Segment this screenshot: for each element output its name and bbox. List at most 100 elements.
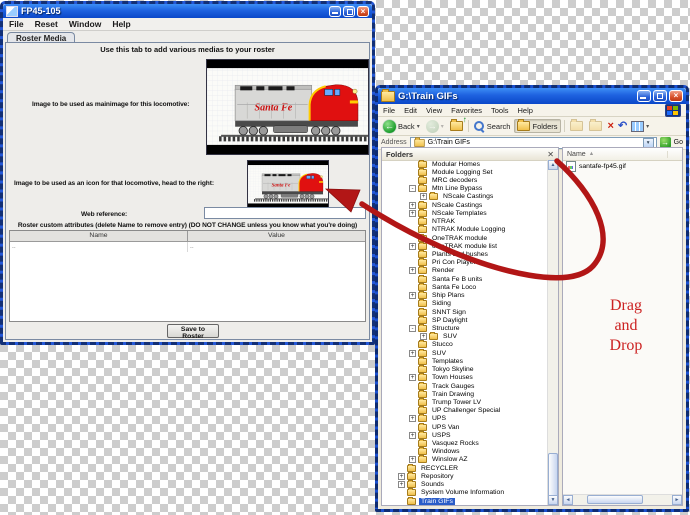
menu-item-edit[interactable]: Edit bbox=[404, 106, 417, 115]
tree-item[interactable]: +SUV bbox=[382, 349, 548, 357]
tree-item[interactable]: Santa Fe B units bbox=[382, 275, 548, 283]
scroll-right-icon[interactable]: ► bbox=[672, 495, 682, 505]
tree-item[interactable]: +Ship Plans bbox=[382, 292, 548, 300]
expand-toggle-icon[interactable]: + bbox=[409, 267, 416, 274]
undo-button[interactable]: ↶ bbox=[618, 121, 627, 132]
tree-item[interactable]: +NScale Templates bbox=[382, 209, 548, 217]
tree-item[interactable]: +Render bbox=[382, 267, 548, 275]
menu-item-favorites[interactable]: Favorites bbox=[451, 106, 482, 115]
scroll-down-icon[interactable]: ▼ bbox=[548, 495, 558, 505]
file-horizontal-scrollbar[interactable]: ◄ ► bbox=[563, 494, 682, 505]
tree-item[interactable]: Templates bbox=[382, 357, 548, 365]
expand-toggle-icon[interactable]: + bbox=[409, 415, 416, 422]
folders-button[interactable]: Folders bbox=[514, 119, 560, 133]
menu-item-reset[interactable]: Reset bbox=[35, 19, 58, 29]
tree-item[interactable]: +Repository bbox=[382, 472, 548, 480]
scrollbar-thumb[interactable] bbox=[587, 495, 643, 504]
tree-item[interactable]: Stucco bbox=[382, 341, 548, 349]
tree-item[interactable]: +UPS bbox=[382, 415, 548, 423]
tree-item[interactable]: Module Logging Set bbox=[382, 168, 548, 176]
tree-item[interactable]: +Town Houses bbox=[382, 374, 548, 382]
expand-toggle-icon[interactable]: + bbox=[409, 374, 416, 381]
maximize-button[interactable] bbox=[343, 6, 355, 17]
tree-item[interactable]: NTRAK Module Logging bbox=[382, 226, 548, 234]
tree-item[interactable]: -Structure bbox=[382, 324, 548, 332]
web-reference-input[interactable] bbox=[204, 207, 366, 219]
file-item[interactable]: santafe-fp45.gif bbox=[563, 160, 682, 173]
expand-toggle-icon[interactable]: + bbox=[409, 202, 416, 209]
main-image-preview[interactable] bbox=[206, 59, 369, 155]
expand-toggle-icon[interactable]: + bbox=[409, 210, 416, 217]
scrollbar-thumb[interactable] bbox=[548, 453, 558, 499]
minimize-button[interactable] bbox=[329, 6, 341, 17]
tree-item[interactable]: SNNT Sign bbox=[382, 308, 548, 316]
tree-item[interactable]: Pri Con Player bbox=[382, 259, 548, 267]
menu-item-help[interactable]: Help bbox=[112, 19, 130, 29]
tree-item[interactable]: MRC decoders bbox=[382, 176, 548, 184]
tree-item[interactable]: Tokyo Skyline bbox=[382, 365, 548, 373]
tree-vertical-scrollbar[interactable]: ▲ ▼ bbox=[547, 160, 558, 505]
tree-item[interactable]: Siding bbox=[382, 300, 548, 308]
tree-item[interactable]: Train Drawing bbox=[382, 390, 548, 398]
go-label[interactable]: Go bbox=[674, 139, 683, 146]
tree-item[interactable]: UP Challenger Special bbox=[382, 407, 548, 415]
menu-item-window[interactable]: Window bbox=[69, 19, 102, 29]
icon-image-preview[interactable] bbox=[247, 160, 329, 209]
tree-item[interactable]: +NScale Castings bbox=[382, 193, 548, 201]
jmri-titlebar[interactable]: FP45-105 × bbox=[3, 4, 372, 18]
tree-item[interactable]: Plants and bushes bbox=[382, 250, 548, 258]
explorer-titlebar[interactable]: G:\Train GIFs × bbox=[378, 88, 686, 104]
expand-toggle-icon[interactable]: + bbox=[398, 481, 405, 488]
tree-item[interactable]: System Volume Information bbox=[382, 489, 548, 497]
tree-item[interactable]: Modular Homes bbox=[382, 160, 548, 168]
tree-item[interactable]: +Winslow AZ bbox=[382, 456, 548, 464]
tree-item[interactable]: Windows bbox=[382, 448, 548, 456]
tree-item[interactable]: -Mtn Line Bypass bbox=[382, 185, 548, 193]
close-button[interactable]: × bbox=[357, 6, 369, 17]
tree-item[interactable]: Santa Fe Loco bbox=[382, 283, 548, 291]
expand-toggle-icon[interactable]: + bbox=[409, 350, 416, 357]
search-button[interactable]: Search bbox=[472, 120, 513, 132]
minimize-button[interactable] bbox=[637, 90, 651, 102]
expand-toggle-icon[interactable]: + bbox=[409, 432, 416, 439]
name-column-header[interactable]: Name ▲ bbox=[563, 151, 668, 158]
expand-toggle-icon[interactable]: + bbox=[420, 333, 427, 340]
menu-item-tools[interactable]: Tools bbox=[491, 106, 509, 115]
delete-button[interactable]: × bbox=[606, 121, 616, 132]
collapse-toggle-icon[interactable]: - bbox=[409, 325, 416, 332]
close-button[interactable]: × bbox=[669, 90, 683, 102]
close-folders-pane-icon[interactable]: ✕ bbox=[547, 150, 554, 159]
menu-item-file[interactable]: File bbox=[9, 19, 24, 29]
tree-item[interactable]: NTRAK bbox=[382, 218, 548, 226]
forward-button[interactable]: → ▾ bbox=[424, 119, 446, 134]
address-dropdown-icon[interactable]: ▾ bbox=[643, 138, 654, 148]
value-cell[interactable]: .. bbox=[188, 242, 365, 252]
name-cell[interactable]: .. bbox=[10, 242, 188, 252]
tree-item[interactable]: SP Daylight bbox=[382, 316, 548, 324]
expand-toggle-icon[interactable]: + bbox=[409, 243, 416, 250]
tree-item[interactable]: Track Gauges bbox=[382, 382, 548, 390]
back-button[interactable]: ← Back ▾ bbox=[381, 119, 422, 134]
menu-item-help[interactable]: Help bbox=[518, 106, 533, 115]
save-to-roster-button[interactable]: Save to Roster bbox=[167, 324, 219, 338]
scroll-left-icon[interactable]: ◄ bbox=[563, 495, 573, 505]
back-dropdown-icon[interactable]: ▾ bbox=[417, 123, 420, 130]
expand-toggle-icon[interactable]: + bbox=[409, 292, 416, 299]
views-button[interactable]: ▾ bbox=[629, 120, 651, 133]
maximize-button[interactable] bbox=[653, 90, 667, 102]
tree-item[interactable]: Trump Tower LV bbox=[382, 398, 548, 406]
tree-item[interactable]: +USPS bbox=[382, 431, 548, 439]
menu-item-view[interactable]: View bbox=[426, 106, 442, 115]
tree-item[interactable]: UPS Van bbox=[382, 423, 548, 431]
tree-item[interactable]: Vasquez Rocks bbox=[382, 439, 548, 447]
scroll-up-icon[interactable]: ▲ bbox=[548, 160, 558, 170]
menu-item-file[interactable]: File bbox=[383, 106, 395, 115]
tree-item[interactable]: OneTRAK module bbox=[382, 234, 548, 242]
expand-toggle-icon[interactable]: + bbox=[409, 456, 416, 463]
expand-toggle-icon[interactable]: + bbox=[420, 193, 427, 200]
tree-item[interactable]: +Sounds bbox=[382, 481, 548, 489]
tree-item[interactable]: +NScale Castings bbox=[382, 201, 548, 209]
tree-item-selected[interactable]: Train GIFs bbox=[382, 497, 548, 505]
collapse-toggle-icon[interactable]: - bbox=[409, 185, 416, 192]
up-button[interactable]: ↑ bbox=[448, 120, 465, 132]
